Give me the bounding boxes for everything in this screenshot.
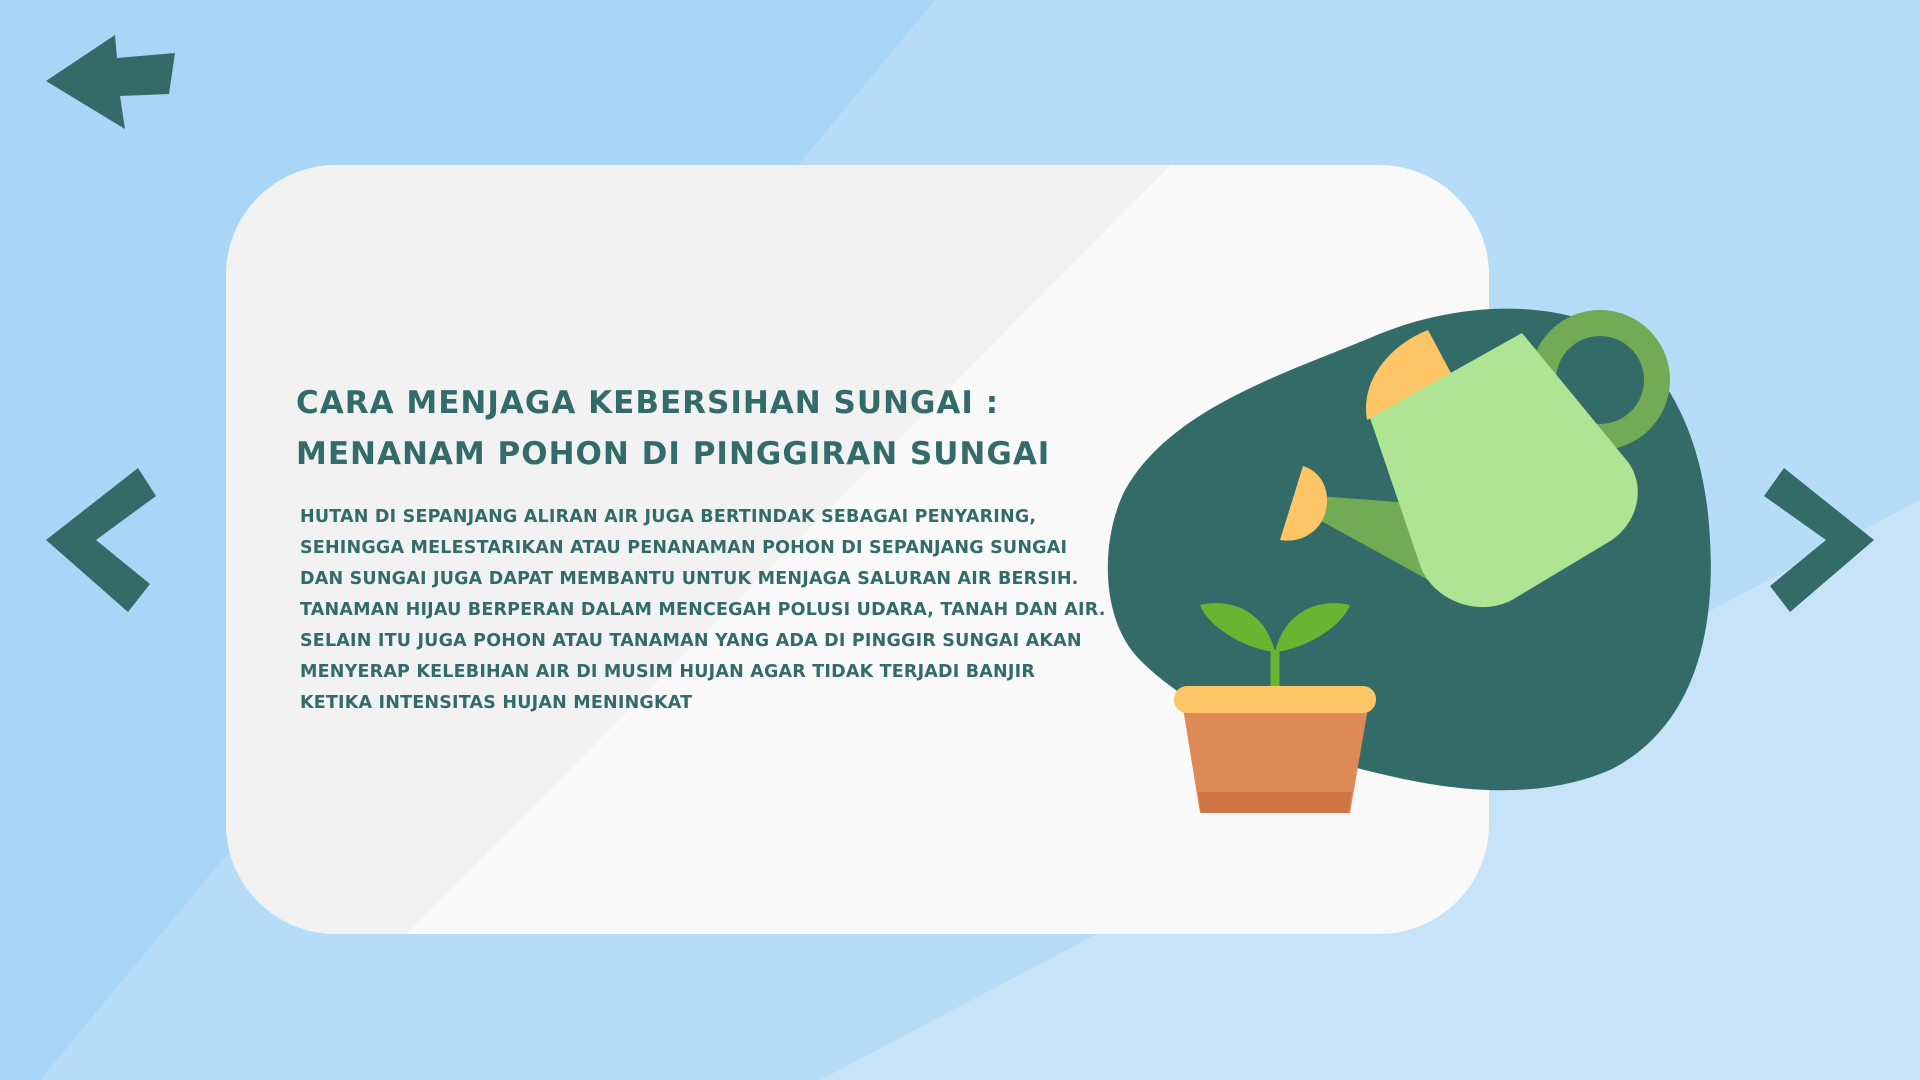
slide-title: Cara menjaga kebersihan sungai : menanam… xyxy=(296,378,1056,480)
slide-body: Hutan di sepanjang aliran air juga berti… xyxy=(300,502,1106,719)
pot-rim xyxy=(1174,686,1376,713)
back-arrow-icon[interactable] xyxy=(44,33,179,133)
body-line: ketika intensitas hujan meningkat xyxy=(300,693,693,713)
body-line: sehingga melestarikan atau penanaman poh… xyxy=(300,538,1068,558)
body-line: dan sungai juga dapat membantu untuk men… xyxy=(300,569,1079,589)
slide-title-line: menanam pohon di pinggiran sungai xyxy=(296,436,1051,472)
pot-base xyxy=(1198,792,1352,813)
chevron-right-icon[interactable] xyxy=(1760,466,1878,614)
body-line: Selain itu juga pohon atau tanaman yang … xyxy=(300,631,1082,651)
chevron-left-icon[interactable] xyxy=(44,466,162,614)
body-line: menyerap kelebihan air di musim hujan ag… xyxy=(300,662,1035,682)
body-line: Hutan di sepanjang aliran air juga berti… xyxy=(300,507,1037,527)
slide-title-line: Cara menjaga kebersihan sungai : xyxy=(296,385,1000,421)
body-line: Tanaman hijau berperan dalam mencegah po… xyxy=(300,600,1106,620)
watering-illustration xyxy=(1107,308,1711,813)
